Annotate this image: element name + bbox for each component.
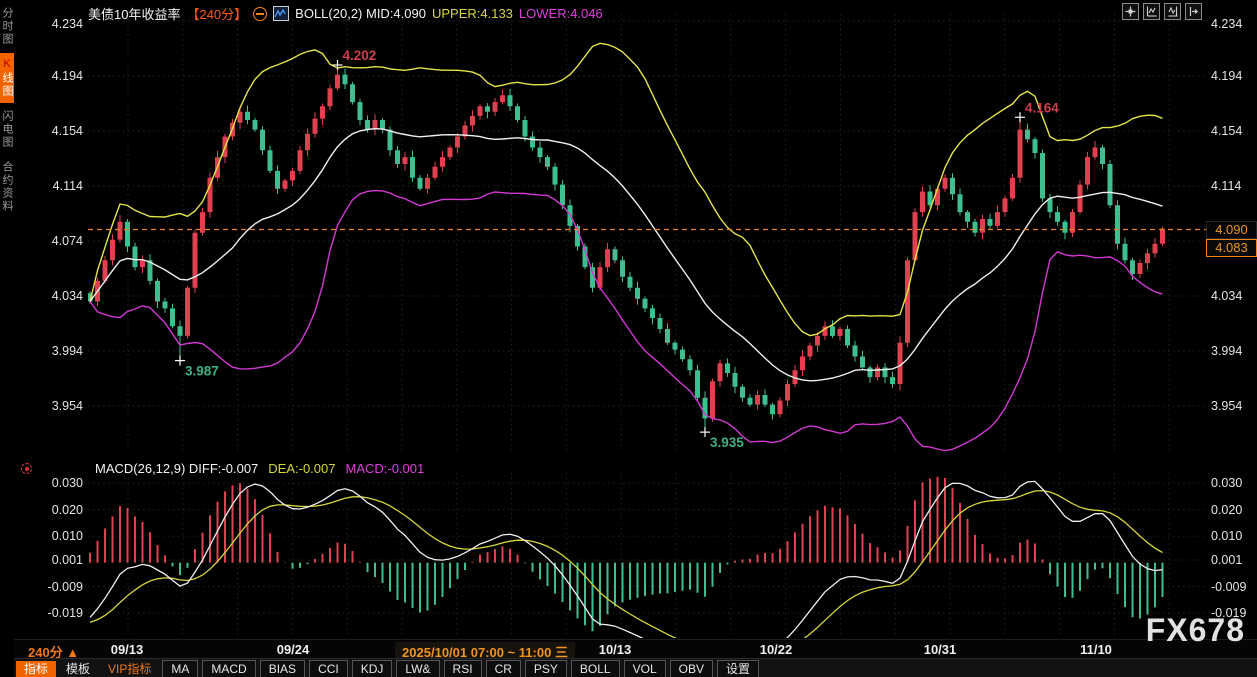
y-axis-label: 4.154 bbox=[37, 124, 83, 138]
svg-text:3.987: 3.987 bbox=[185, 364, 219, 379]
y-axis-label: 0.010 bbox=[37, 529, 83, 543]
toolbar-item-2[interactable]: VIP指标 bbox=[100, 661, 159, 677]
x-axis-label: 09/13 bbox=[111, 642, 144, 657]
macd-diff-label: MACD(26,12,9) DIFF:-0.007 bbox=[95, 461, 258, 476]
y-axis-label: -0.009 bbox=[1211, 580, 1257, 594]
y-axis-label: 4.114 bbox=[37, 179, 83, 193]
toolbar-item-8[interactable]: LW& bbox=[396, 660, 439, 677]
toolbar-item-12[interactable]: BOLL bbox=[571, 660, 620, 677]
candlestick-chart[interactable]: 3.987 4.202 3.935 4.164 bbox=[0, 0, 1257, 677]
toolbar-item-9[interactable]: RSI bbox=[444, 660, 482, 677]
y-axis-label: 4.034 bbox=[1211, 289, 1257, 303]
toolbar-item-15[interactable]: 设置 bbox=[717, 660, 759, 677]
y-axis-label: 0.001 bbox=[1211, 553, 1257, 567]
boll-upper-label: UPPER:4.133 bbox=[432, 6, 513, 21]
bottom-toolbar: 指标模板VIP指标MAMACD BIASCCIKDJLW&RSICRPSYBOLL… bbox=[0, 658, 1257, 677]
y-axis-left-icon[interactable] bbox=[1143, 3, 1160, 20]
y-axis-right-icon[interactable] bbox=[1164, 3, 1181, 20]
toolbar-item-5[interactable]: BIAS bbox=[260, 660, 305, 677]
y-axis-label: 4.034 bbox=[37, 289, 83, 303]
y-axis-label: 0.010 bbox=[1211, 529, 1257, 543]
y-axis-label: 0.001 bbox=[37, 553, 83, 567]
x-axis-label: 09/24 bbox=[277, 642, 310, 657]
svg-text:4.164: 4.164 bbox=[1025, 100, 1059, 115]
chart-header: 美债10年收益率 【240分】 BOLL(20,2) MID:4.090 UPP… bbox=[88, 5, 603, 22]
toolbar-item-0[interactable]: 指标 bbox=[16, 661, 56, 677]
y-axis-label: 0.030 bbox=[1211, 476, 1257, 490]
y-axis-label: 4.074 bbox=[37, 234, 83, 248]
y-axis-label: 3.994 bbox=[1211, 344, 1257, 358]
bollinger-bands-layer bbox=[90, 43, 1163, 450]
indicator-chart-icon[interactable] bbox=[273, 6, 289, 21]
x-axis-label: 10/13 bbox=[599, 642, 632, 657]
sidebar-tab-3[interactable]: 合约资料 bbox=[0, 156, 14, 218]
chart-control-buttons bbox=[1122, 3, 1202, 20]
toolbar-item-10[interactable]: CR bbox=[486, 660, 521, 677]
toolbar-item-4[interactable]: MACD bbox=[202, 660, 255, 677]
toolbar-item-6[interactable]: CCI bbox=[309, 660, 348, 677]
y-axis-label: 4.234 bbox=[1211, 17, 1257, 31]
macd-value-label: MACD:-0.001 bbox=[345, 461, 424, 476]
y-axis-label: 0.020 bbox=[37, 503, 83, 517]
reference-price-tag: 4.090 bbox=[1206, 221, 1257, 239]
candles-layer bbox=[88, 65, 1166, 432]
toolbar-item-14[interactable]: OBV bbox=[670, 660, 713, 677]
toolbar-item-7[interactable]: KDJ bbox=[352, 660, 393, 677]
sidebar-tab-2[interactable]: 闪电图 bbox=[0, 105, 14, 154]
pan-icon[interactable] bbox=[1122, 3, 1139, 20]
y-axis-label: 4.194 bbox=[1211, 69, 1257, 83]
svg-text:3.935: 3.935 bbox=[710, 435, 744, 450]
y-axis-label: 4.234 bbox=[37, 17, 83, 31]
y-axis-label: 3.954 bbox=[37, 399, 83, 413]
macd-dea-label: DEA:-0.007 bbox=[268, 461, 335, 476]
y-axis-label: -0.009 bbox=[37, 580, 83, 594]
x-axis-label: 11/10 bbox=[1080, 642, 1112, 657]
y-axis-label: 4.154 bbox=[1211, 124, 1257, 138]
macd-header: MACD(26,12,9) DIFF:-0.007 DEA:-0.007 MAC… bbox=[95, 461, 424, 476]
y-axis-label: -0.019 bbox=[37, 606, 83, 620]
x-axis-label: 10/31 bbox=[924, 642, 957, 657]
period-tag: 【240分】 bbox=[186, 4, 247, 23]
boll-mid-label: BOLL(20,2) MID:4.090 bbox=[295, 6, 426, 21]
toolbar-item-3[interactable]: MA bbox=[162, 660, 198, 677]
y-axis-label: 3.994 bbox=[37, 344, 83, 358]
y-axis-label: 4.194 bbox=[37, 69, 83, 83]
sidebar-tab-0[interactable]: 分时图 bbox=[0, 2, 14, 51]
sidebar-tab-1[interactable]: K线图 bbox=[0, 53, 14, 103]
last-price-tag: 4.083 bbox=[1206, 239, 1257, 257]
collapse-icon[interactable] bbox=[253, 7, 267, 21]
y-axis-label: 0.020 bbox=[1211, 503, 1257, 517]
y-axis-label: 3.954 bbox=[1211, 399, 1257, 413]
x-axis-label: 10/22 bbox=[760, 642, 793, 657]
watermark: FX678 bbox=[1146, 612, 1245, 649]
toolbar-item-11[interactable]: PSY bbox=[525, 660, 567, 677]
toolbar-item-13[interactable]: VOL bbox=[624, 660, 666, 677]
instrument-title: 美债10年收益率 bbox=[88, 4, 180, 23]
y-axis-label: 4.114 bbox=[1211, 179, 1257, 193]
toolbar-item-1[interactable]: 模板 bbox=[58, 661, 98, 677]
sidebar: 分时图 K线图闪电图合约资料 bbox=[0, 0, 14, 677]
y-axis-label: 0.030 bbox=[37, 476, 83, 490]
svg-text:4.202: 4.202 bbox=[343, 48, 377, 63]
boll-lower-label: LOWER:4.046 bbox=[519, 6, 603, 21]
scroll-right-icon[interactable] bbox=[1185, 3, 1202, 20]
trading-terminal: 3.987 4.202 3.935 4.164 分时图 K线图闪电图合约资料 美债10年… bbox=[0, 0, 1257, 677]
x-axis: 240分 ▲ 09/1309/242025/10/01 07:00 ~ 11:0… bbox=[0, 639, 1257, 659]
annotations-layer: 3.987 4.202 3.935 4.164 bbox=[88, 48, 1207, 450]
